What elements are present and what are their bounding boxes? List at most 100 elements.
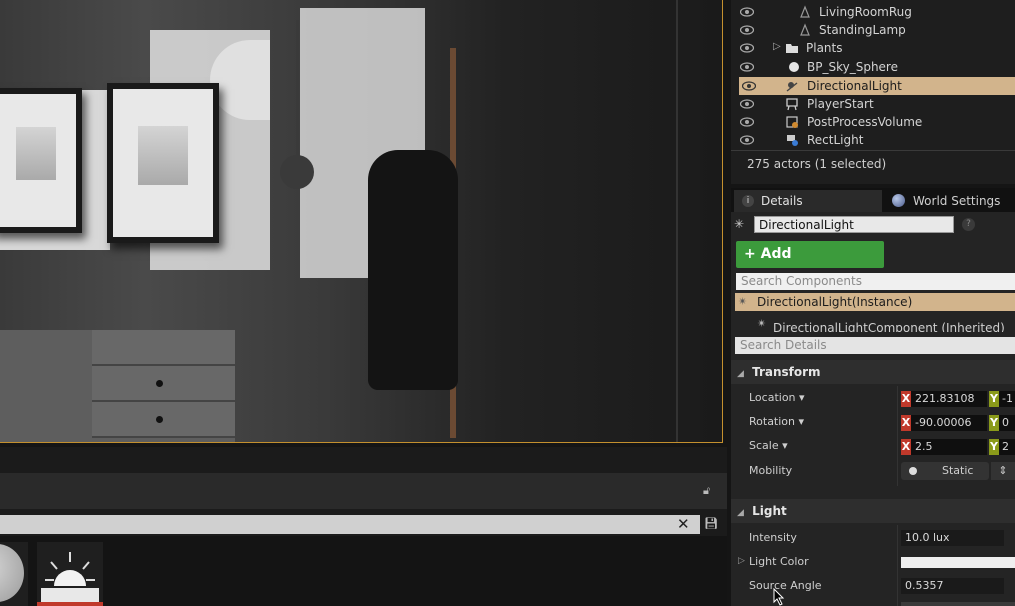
outliner-item-label: RectLight (807, 133, 864, 147)
clear-search-icon[interactable]: ✕ (677, 515, 690, 534)
tab-world-settings[interactable]: World Settings (886, 190, 1015, 212)
lamp-shadow (296, 20, 299, 160)
light-title: Light (752, 504, 787, 518)
wall-picture-frame (107, 83, 219, 243)
axis-y-label: Y (989, 415, 999, 431)
column-divider (897, 386, 898, 486)
directional-light-asset-icon (37, 552, 103, 606)
tab-world-label: World Settings (913, 194, 1001, 208)
lamp-shadow (280, 155, 314, 189)
scale-y-input[interactable]: 2 (999, 439, 1015, 455)
asset-thumbnail[interactable] (37, 542, 103, 606)
expand-arrow-icon[interactable]: ▷ (773, 41, 781, 52)
eye-icon[interactable] (740, 61, 754, 73)
source-angle-label: Source Angle (749, 579, 822, 592)
source-angle-input[interactable]: 0.5357 (901, 578, 1004, 594)
save-search-icon[interactable]: 💾︎ (704, 517, 718, 530)
rect-light-icon (787, 135, 798, 146)
light-category[interactable]: ◢ Light (731, 499, 1015, 523)
static-mesh-icon (800, 23, 810, 36)
next-property-row (901, 602, 1015, 606)
column-divider (897, 525, 898, 606)
actor-name-input[interactable]: DirectionalLight (754, 216, 954, 233)
player-start-icon (786, 98, 798, 111)
door-frame (676, 0, 700, 442)
coat (368, 150, 458, 390)
outliner-row-bp-sky-sphere[interactable]: BP_Sky_Sphere (737, 58, 1015, 76)
help-icon[interactable]: ? (962, 218, 975, 231)
dresser (0, 330, 235, 442)
eye-icon[interactable] (740, 42, 754, 54)
content-browser-toolbar: 🔓︎ (0, 473, 727, 509)
content-search-input[interactable]: ✕ (0, 515, 700, 534)
scale-x-input[interactable]: 2.5 (911, 439, 987, 455)
component-instance-row[interactable]: ✴ DirectionalLight(Instance) (735, 293, 1015, 311)
search-components-input[interactable]: Search Components (736, 273, 1015, 290)
intensity-input[interactable]: 10.0 lux (901, 530, 1004, 546)
asset-thumbnail[interactable] (0, 542, 28, 606)
directional-light-icon: ✴ (757, 318, 767, 330)
outliner-row-livingroomrug[interactable]: LivingRoomRug (737, 3, 1015, 21)
location-y-input[interactable]: -1 (999, 391, 1015, 407)
light-color-label: Light Color (749, 555, 809, 568)
mobility-static-button[interactable]: Static (901, 462, 989, 480)
intensity-label: Intensity (749, 531, 797, 544)
directional-light-icon (786, 82, 798, 92)
expand-arrow-icon[interactable]: ▷ (738, 556, 745, 566)
scale-label[interactable]: Scale ▾ (749, 439, 788, 452)
tab-details-label: Details (761, 194, 803, 208)
outliner-item-label: BP_Sky_Sphere (807, 60, 898, 74)
outliner-row-directionallight[interactable]: DirectionalLight (739, 77, 1015, 95)
outliner-row-plants[interactable]: ▷ Plants (737, 39, 1015, 57)
outliner-item-label: StandingLamp (819, 23, 906, 37)
actor-count: 275 actors (1 selected) (747, 157, 887, 171)
transform-category[interactable]: ◢ Transform (731, 360, 1015, 384)
eye-icon[interactable] (742, 80, 756, 92)
rotation-x-input[interactable]: -90.00006 (911, 415, 987, 431)
outliner-row-rectlight[interactable]: RectLight (737, 131, 1015, 149)
component-inherited-label: DirectionalLightComponent (Inherited) (773, 321, 1005, 332)
mobility-label: Mobility (749, 464, 793, 477)
add-component-button[interactable]: + Add Component ▾ (736, 241, 884, 289)
outliner-item-label: PlayerStart (807, 97, 874, 111)
globe-icon (892, 194, 905, 207)
eye-icon[interactable] (740, 6, 754, 18)
light-color-swatch[interactable] (901, 557, 1015, 568)
collapse-arrow-icon: ◢ (737, 508, 744, 518)
radio-dot-icon (909, 467, 917, 475)
actor-type-icon: ✳ (734, 217, 745, 231)
sphere-preview (0, 544, 24, 602)
info-icon: i (742, 195, 754, 207)
location-x-input[interactable]: 221.83108 (911, 391, 987, 407)
component-instance-label: DirectionalLight(Instance) (757, 295, 913, 309)
location-label[interactable]: Location ▾ (749, 391, 805, 404)
details-tab-bar: i Details World Settings (731, 188, 1015, 212)
outliner-row-playerstart[interactable]: PlayerStart (737, 95, 1015, 113)
outliner-item-label: PostProcessVolume (807, 115, 923, 129)
outliner-item-label: Plants (806, 41, 843, 55)
outliner-row-postprocessvolume[interactable]: PostProcessVolume (737, 113, 1015, 131)
rotation-label[interactable]: Rotation ▾ (749, 415, 804, 428)
eye-icon[interactable] (740, 98, 754, 110)
level-viewport[interactable] (0, 0, 723, 443)
mobility-movable-button[interactable]: ⇕ (991, 462, 1015, 480)
collapse-arrow-icon: ◢ (737, 369, 744, 379)
search-details-input[interactable]: Search Details (735, 337, 1015, 354)
lock-icon[interactable]: 🔓︎ (703, 484, 710, 498)
eye-icon[interactable] (740, 116, 754, 128)
outliner-row-standinglamp[interactable]: StandingLamp (737, 21, 1015, 39)
rotation-y-input[interactable]: 0 (999, 415, 1015, 431)
mobility-static-label: Static (942, 464, 974, 477)
axis-y-label: Y (989, 391, 999, 407)
directional-light-icon: ✴ (738, 295, 748, 308)
wall-picture-frame (0, 88, 82, 233)
axis-y-label: Y (989, 439, 999, 455)
tab-details[interactable]: i Details (734, 190, 882, 212)
transform-title: Transform (752, 365, 821, 379)
mouse-cursor-icon (773, 588, 785, 606)
static-mesh-icon (800, 5, 810, 18)
eye-icon[interactable] (740, 134, 754, 146)
eye-icon[interactable] (740, 24, 754, 36)
component-inherited-row[interactable]: ✴ DirectionalLightComponent (Inherited) (735, 318, 1015, 332)
outliner-item-label: LivingRoomRug (819, 5, 912, 19)
